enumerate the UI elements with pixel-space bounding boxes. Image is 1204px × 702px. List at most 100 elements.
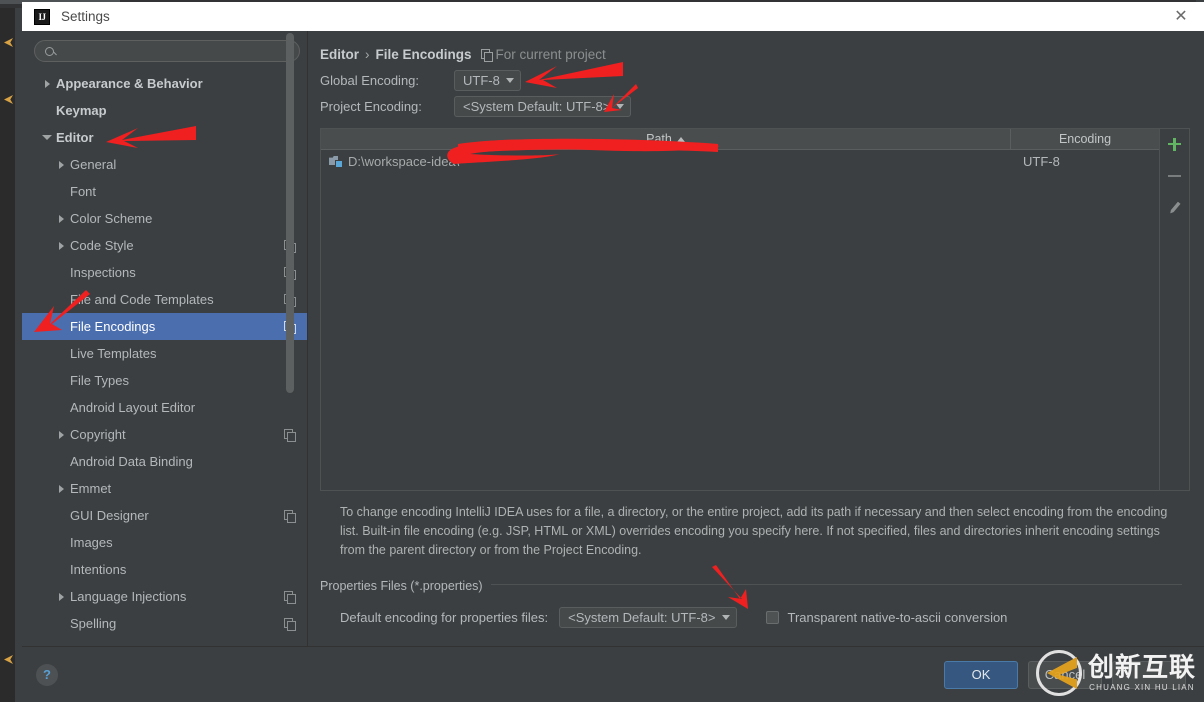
table-header-row: Path Encoding	[321, 129, 1159, 150]
sidebar-item-images[interactable]: Images	[22, 529, 308, 556]
chevron-right-icon[interactable]	[52, 214, 70, 223]
chevron-right-icon[interactable]	[52, 592, 70, 601]
column-header-path-label: Path	[646, 132, 672, 146]
sidebar-item-label: Copyright	[70, 427, 126, 442]
sidebar-item-label: Appearance & Behavior	[56, 76, 203, 91]
settings-main-panel: Editor › File Encodings For current proj…	[308, 31, 1204, 646]
project-encoding-label: Project Encoding:	[320, 99, 422, 114]
cancel-button[interactable]: Cancel	[1028, 660, 1102, 689]
properties-encoding-label: Default encoding for properties files:	[340, 610, 549, 625]
search-icon	[45, 46, 54, 56]
sidebar-item-label: File Encodings	[70, 319, 156, 334]
settings-sidebar: Appearance & Behavior Keymap Editor General…	[22, 31, 308, 646]
dialog-titlebar: IJ Settings ✕	[22, 2, 1204, 31]
chevron-right-icon[interactable]	[52, 241, 70, 250]
chevron-right-icon[interactable]	[38, 79, 56, 88]
sidebar-item-label: Color Scheme	[70, 211, 153, 226]
properties-files-group: Properties Files (*.properties) Default …	[320, 575, 1190, 628]
sidebar-item-keymap[interactable]: Keymap	[22, 97, 308, 124]
close-icon[interactable]: ✕	[1158, 2, 1204, 31]
global-encoding-row: Global Encoding: UTF-8	[320, 69, 1190, 92]
transparent-conversion-checkbox-wrap[interactable]: Transparent native-to-ascii conversion	[765, 610, 1008, 625]
sidebar-item-copyright[interactable]: Copyright	[22, 421, 308, 448]
dialog-footer: ? OK Cancel 创新互联 CHUANG XIN HU LIAN	[22, 646, 1204, 702]
sidebar-item-label: General	[70, 157, 117, 172]
project-encoding-row: Project Encoding: <System Default: UTF-8…	[320, 95, 1190, 118]
module-folder-icon	[329, 155, 343, 168]
sidebar-scrollbar[interactable]	[286, 33, 294, 393]
dialog-body: Appearance & Behavior Keymap Editor General…	[22, 31, 1204, 646]
global-encoding-label: Global Encoding:	[320, 73, 420, 88]
sidebar-item-file-encodings[interactable]: File Encodings	[22, 313, 308, 340]
add-icon[interactable]	[1165, 134, 1185, 154]
remove-icon[interactable]	[1165, 166, 1185, 186]
help-icon[interactable]: ?	[36, 663, 58, 686]
sidebar-item-label: Android Data Binding	[70, 454, 193, 469]
sidebar-item-font[interactable]: Font	[22, 178, 308, 205]
project-encoding-value: <System Default: UTF-8>	[463, 99, 611, 114]
sidebar-item-intentions[interactable]: Intentions	[22, 556, 308, 583]
global-encoding-dropdown[interactable]: UTF-8	[454, 70, 521, 91]
sidebar-item-label: Emmet	[70, 481, 112, 496]
sidebar-item-general[interactable]: General	[22, 151, 308, 178]
properties-encoding-value: <System Default: UTF-8>	[568, 610, 716, 625]
sidebar-item-label: File and Code Templates	[70, 292, 214, 307]
breadcrumb-separator: ›	[365, 46, 370, 62]
search-box[interactable]	[34, 40, 300, 62]
search-input[interactable]	[61, 43, 289, 59]
chevron-down-icon[interactable]	[38, 135, 56, 140]
column-header-encoding[interactable]: Encoding	[1011, 129, 1159, 149]
sidebar-item-color-scheme[interactable]: Color Scheme	[22, 205, 308, 232]
sidebar-item-label: Live Templates	[70, 346, 157, 361]
table-cell-encoding[interactable]: UTF-8	[1011, 154, 1159, 169]
intellij-logo-icon: IJ	[34, 8, 50, 25]
sidebar-item-android-data-binding[interactable]: Android Data Binding	[22, 448, 308, 475]
transparent-conversion-checkbox[interactable]	[765, 611, 779, 624]
sidebar-item-android-layout-editor[interactable]: Android Layout Editor	[22, 394, 308, 421]
settings-dialog: IJ Settings ✕ Appearance & Behavior Keyma…	[22, 2, 1204, 702]
sort-ascending-icon	[676, 136, 685, 142]
breadcrumb: Editor › File Encodings For current proj…	[320, 43, 1190, 65]
sidebar-item-gui-designer[interactable]: GUI Designer	[22, 502, 308, 529]
sidebar-item-label: Keymap	[56, 103, 107, 118]
footer-buttons: OK Cancel	[944, 660, 1186, 689]
sidebar-item-code-style[interactable]: Code Style	[22, 232, 308, 259]
sidebar-item-editor[interactable]: Editor	[22, 124, 308, 151]
properties-files-legend: Properties Files (*.properties)	[320, 579, 491, 593]
project-scope-icon	[284, 428, 296, 442]
project-encoding-dropdown[interactable]: <System Default: UTF-8>	[454, 96, 632, 117]
apply-button[interactable]	[1112, 660, 1186, 689]
table-row[interactable]: D:\workspace-idea\ UTF-8	[321, 150, 1159, 172]
sidebar-item-inspections[interactable]: Inspections	[22, 259, 308, 286]
backdrop-left-strip-inner	[15, 8, 22, 702]
sidebar-item-appearance-behavior[interactable]: Appearance & Behavior	[22, 70, 308, 97]
sidebar-item-spelling[interactable]: Spelling	[22, 610, 308, 637]
transparent-conversion-label: Transparent native-to-ascii conversion	[787, 610, 1008, 625]
sidebar-item-label: Font	[70, 184, 97, 199]
sidebar-item-file-types[interactable]: File Types	[22, 367, 308, 394]
chevron-right-icon[interactable]	[52, 160, 70, 169]
breadcrumb-current: File Encodings	[375, 46, 472, 62]
sidebar-item-file-and-code-templates[interactable]: File and Code Templates	[22, 286, 308, 313]
sidebar-item-language-injections[interactable]: Language Injections	[22, 583, 308, 610]
sidebar-item-live-templates[interactable]: Live Templates	[22, 340, 308, 367]
sidebar-item-label: GUI Designer	[70, 508, 149, 523]
sidebar-item-label: Code Style	[70, 238, 134, 253]
table-cell-path-label: D:\workspace-idea\	[348, 153, 460, 169]
chevron-right-icon[interactable]	[52, 430, 70, 439]
breadcrumb-scope-label: For current project	[495, 46, 606, 62]
chevron-down-icon	[721, 615, 730, 620]
dialog-title: Settings	[61, 9, 110, 24]
sidebar-item-label: Editor	[56, 130, 94, 145]
breadcrumb-parent[interactable]: Editor	[320, 47, 359, 62]
chevron-right-icon[interactable]	[52, 484, 70, 493]
sidebar-item-label: Language Injections	[70, 589, 187, 604]
column-header-path[interactable]: Path	[321, 129, 1011, 149]
ok-button[interactable]: OK	[944, 660, 1018, 689]
sidebar-item-label: Intentions	[70, 562, 127, 577]
column-header-encoding-label: Encoding	[1058, 132, 1112, 146]
properties-encoding-dropdown[interactable]: <System Default: UTF-8>	[559, 607, 737, 628]
sidebar-item-emmet[interactable]: Emmet	[22, 475, 308, 502]
edit-icon[interactable]	[1165, 198, 1185, 218]
table-toolbar	[1159, 129, 1189, 490]
